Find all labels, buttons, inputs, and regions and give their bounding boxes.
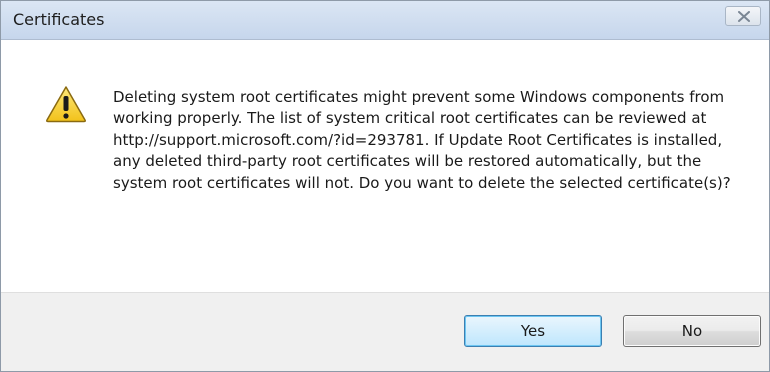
dialog-content: Deleting system root certificates might … [1,40,769,293]
no-button[interactable]: No [623,315,761,347]
yes-button[interactable]: Yes [464,315,602,347]
close-icon [738,11,750,22]
dialog-message: Deleting system root certificates might … [113,88,731,192]
window-title: Certificates [13,10,105,29]
title-bar[interactable]: Certificates [1,1,769,40]
close-button[interactable] [725,6,761,26]
button-bar: Yes No [1,292,769,371]
warning-icon [45,86,87,123]
certificates-dialog: Certificates Deleting system root certif… [0,0,770,372]
